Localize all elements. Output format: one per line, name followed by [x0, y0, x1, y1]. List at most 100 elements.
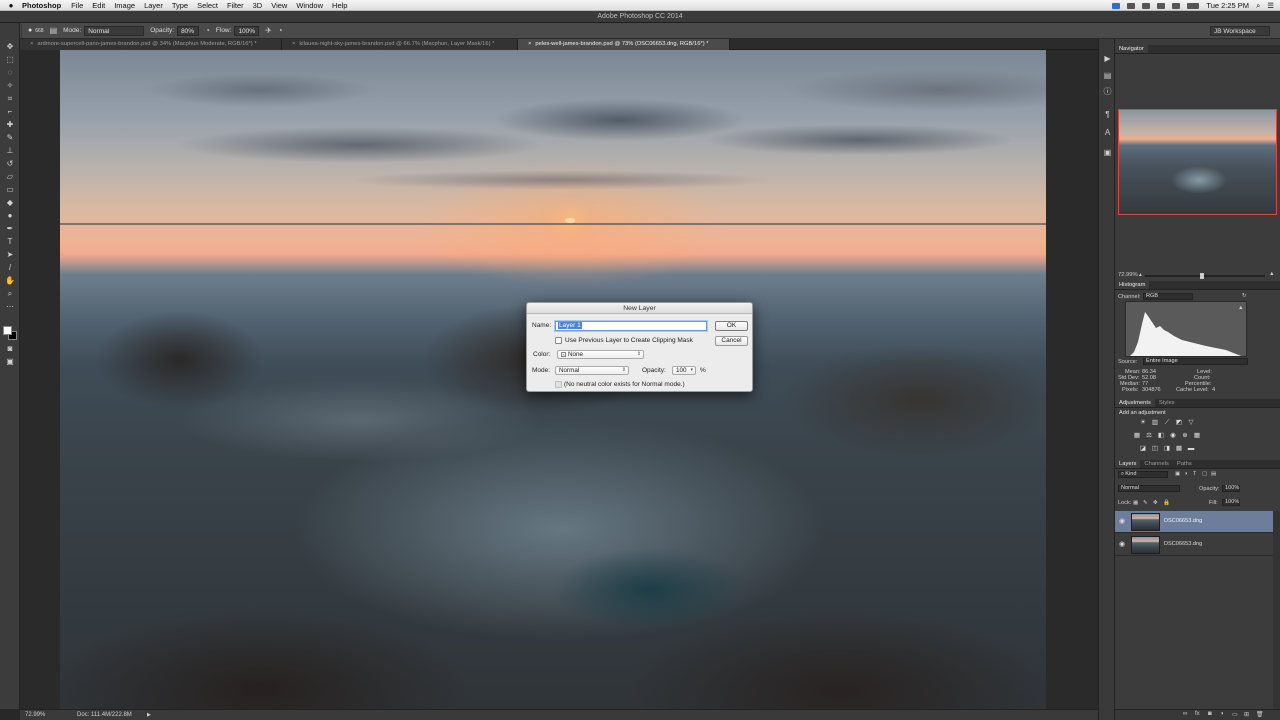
flow-input[interactable]: 100% — [234, 25, 260, 36]
layer-style-icon[interactable]: fx — [1195, 711, 1200, 717]
dodge-tool-icon[interactable]: ● — [3, 210, 17, 222]
lock-image-icon[interactable]: ✎ — [1143, 500, 1148, 506]
clone-source-icon[interactable]: ▣ — [1102, 147, 1113, 158]
screen-mode-icon[interactable]: ▣ — [3, 356, 17, 368]
invert-icon[interactable]: ◪ — [1139, 445, 1147, 453]
crop-tool-icon[interactable]: ⌗ — [3, 93, 17, 105]
vibrance-icon[interactable]: ▽ — [1187, 419, 1195, 427]
hue-saturation-icon[interactable]: ▦ — [1133, 432, 1141, 440]
menu-select[interactable]: Select — [197, 1, 218, 10]
eyedropper-tool-icon[interactable]: ⌐ — [3, 106, 17, 118]
history-brush-tool-icon[interactable]: ↺ — [3, 158, 17, 170]
marquee-tool-icon[interactable]: ⬚ — [3, 54, 17, 66]
layer-name[interactable]: DSC06653.dng — [1164, 518, 1202, 524]
status-zoom[interactable]: 72.99% — [25, 710, 45, 720]
layer-row[interactable]: ◉ DSC06653.dng — [1115, 534, 1273, 556]
menu-clock[interactable]: Tue 2:25 PM — [1206, 1, 1249, 10]
quick-select-tool-icon[interactable]: ✧ — [3, 80, 17, 92]
posterize-icon[interactable]: ◫ — [1151, 445, 1159, 453]
menu-file[interactable]: File — [71, 1, 83, 10]
menu-app-name[interactable]: Photoshop — [22, 1, 61, 10]
lock-position-icon[interactable]: ✥ — [1153, 500, 1158, 506]
lock-all-icon[interactable]: 🔒 — [1163, 500, 1170, 506]
lasso-tool-icon[interactable]: ◌ — [3, 67, 17, 79]
tab-paths[interactable]: Paths — [1173, 460, 1196, 468]
close-tab-icon[interactable]: × — [30, 41, 33, 47]
new-adjustment-layer-icon[interactable]: ◑ — [1220, 711, 1224, 717]
filter-smart-object-icon[interactable]: ▤ — [1211, 471, 1216, 477]
visibility-eye-icon[interactable]: ◉ — [1119, 517, 1125, 525]
layer-thumbnail[interactable] — [1131, 513, 1160, 531]
status-icon[interactable] — [1112, 2, 1121, 9]
menu-filter[interactable]: Filter — [227, 1, 244, 10]
link-layers-icon[interactable]: ∞ — [1183, 711, 1187, 717]
new-group-icon[interactable]: ▭ — [1232, 711, 1238, 718]
delete-layer-icon[interactable]: 🗑 — [1256, 711, 1264, 718]
filter-adjustment-icon[interactable]: ◑ — [1184, 471, 1187, 477]
brush-panel-icon[interactable]: ▤ — [50, 26, 58, 35]
source-select[interactable]: Entire Image — [1143, 358, 1248, 365]
color-lookup-icon[interactable]: ▦ — [1193, 432, 1201, 440]
zoom-in-icon[interactable]: ▲ — [1269, 271, 1275, 277]
status-menu-arrow-icon[interactable]: ▶ — [147, 710, 151, 720]
menu-view[interactable]: View — [271, 1, 287, 10]
brush-tool-icon[interactable]: ✎ — [3, 132, 17, 144]
more-tools-icon[interactable]: ⋯ — [3, 301, 17, 313]
filter-pixel-icon[interactable]: ▣ — [1175, 471, 1180, 477]
path-selection-tool-icon[interactable]: ➤ — [3, 249, 17, 261]
opacity-input[interactable]: 80% — [177, 25, 200, 36]
color-balance-icon[interactable]: ⚖ — [1145, 432, 1153, 440]
battery-icon[interactable] — [1187, 2, 1200, 9]
doc-tab-kilauea[interactable]: × kilauea-night-sky-james-brandon.psd @ 6… — [282, 39, 518, 50]
info-icon[interactable]: ⓘ — [1102, 86, 1113, 97]
blur-tool-icon[interactable]: ◆ — [3, 197, 17, 209]
close-tab-icon[interactable]: × — [528, 41, 531, 47]
brush-size-field[interactable]: ● 668 — [28, 27, 44, 34]
pen-tool-icon[interactable]: ✒ — [3, 223, 17, 235]
foreground-color-swatch[interactable] — [3, 326, 12, 335]
navigator-thumbnail[interactable] — [1118, 109, 1277, 215]
levels-icon[interactable]: ▥ — [1151, 419, 1159, 427]
status-icon[interactable] — [1142, 2, 1151, 9]
clipping-mask-checkbox[interactable] — [555, 337, 562, 344]
layers-scrollbar[interactable] — [1273, 511, 1280, 711]
selective-color-icon[interactable]: ▩ — [1175, 445, 1183, 453]
doc-tab-ardmore[interactable]: × ardmore-supercell-pano-james-brandon.ps… — [20, 39, 282, 50]
menu-layer[interactable]: Layer — [144, 1, 163, 10]
channel-mixer-icon[interactable]: ⊕ — [1181, 432, 1189, 440]
tab-channels[interactable]: Channels — [1140, 460, 1173, 468]
exposure-icon[interactable]: ◩ — [1175, 419, 1183, 427]
ok-button[interactable]: OK — [715, 321, 748, 331]
zoom-tool-icon[interactable]: ⌕ — [3, 288, 17, 300]
brush-presets-icon[interactable]: ¶ — [1102, 109, 1113, 120]
neutral-color-checkbox[interactable] — [555, 381, 562, 388]
menu-3d[interactable]: 3D — [253, 1, 263, 10]
volume-icon[interactable] — [1172, 2, 1181, 9]
airbrush-icon[interactable]: ✈ — [265, 26, 272, 35]
zoom-slider-knob[interactable] — [1200, 273, 1204, 279]
filter-type-icon[interactable]: T — [1193, 471, 1196, 477]
spotlight-icon[interactable]: ⌕ — [1256, 1, 1260, 11]
tab-adjustments[interactable]: Adjustments — [1115, 399, 1155, 407]
workspace-select[interactable]: JB Workspace — [1210, 26, 1270, 36]
blend-mode-select[interactable]: Normal — [1118, 485, 1180, 492]
layer-opacity-input[interactable]: 100% — [1222, 485, 1240, 492]
pressure-opacity-icon[interactable]: ◔ — [205, 26, 210, 35]
tab-layers[interactable]: Layers — [1115, 460, 1141, 468]
color-swatches[interactable] — [3, 326, 17, 340]
clipping-mask-label[interactable]: Use Previous Layer to Create Clipping Ma… — [565, 337, 693, 344]
opacity-input[interactable]: 100 ▾ — [672, 366, 696, 375]
layer-thumbnail[interactable] — [1131, 536, 1160, 554]
navigator-zoom-value[interactable]: 72.99% — [1118, 272, 1138, 278]
layer-row[interactable]: ◉ DSC06653.dng — [1115, 511, 1273, 533]
gradient-map-icon[interactable]: ▬ — [1187, 445, 1195, 453]
menu-image[interactable]: Image — [114, 1, 135, 10]
new-layer-icon[interactable]: ⊞ — [1244, 711, 1249, 718]
history-icon[interactable]: ▤ — [1102, 70, 1113, 81]
gradient-tool-icon[interactable]: ▭ — [3, 184, 17, 196]
threshold-icon[interactable]: ◨ — [1163, 445, 1171, 453]
pressure-size-icon[interactable]: ◔ — [278, 26, 283, 35]
menu-help[interactable]: Help — [332, 1, 347, 10]
layer-name[interactable]: DSC06653.dng — [1164, 541, 1202, 547]
menu-edit[interactable]: Edit — [92, 1, 105, 10]
